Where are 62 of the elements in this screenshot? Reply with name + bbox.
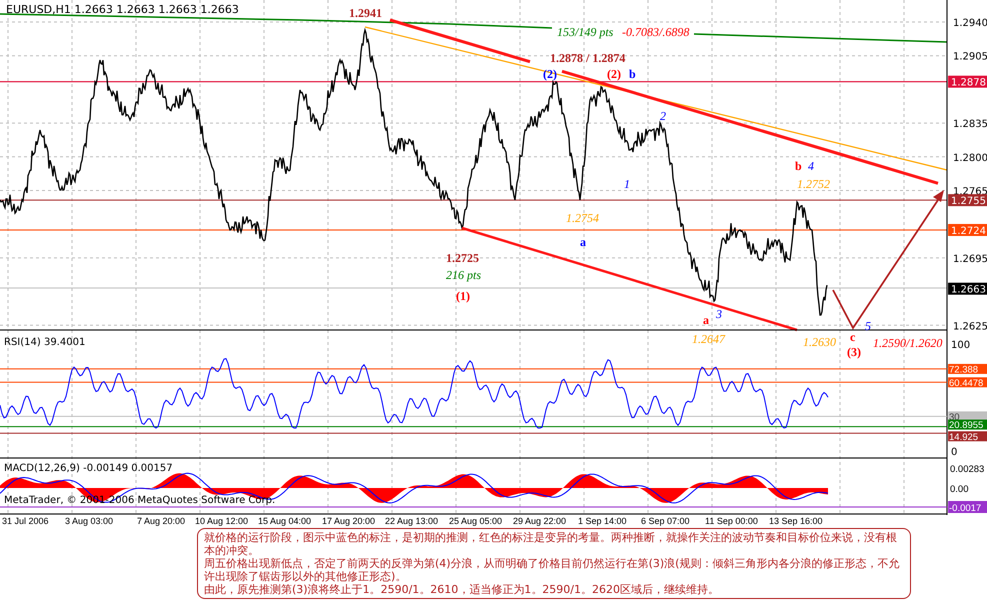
rsi-tag: 20.8955 [948, 420, 987, 432]
wave-label: (3) [847, 345, 861, 359]
wave-label: a [703, 313, 709, 327]
time-label: 11 Sep 00:00 [705, 515, 758, 527]
macd-tick: 0.00283 [950, 464, 984, 475]
time-label: 1 Sep 14:00 [578, 515, 627, 527]
wave-label: 1.2752 [797, 177, 830, 191]
wave-label: 5 [865, 319, 871, 333]
price-tag: 1.2663 [948, 282, 987, 296]
wave-label: 153/149 pts [557, 25, 614, 39]
time-label: 10 Aug 12:00 [195, 515, 248, 527]
price-tick: 1.2905 [953, 52, 987, 63]
macd-tick: 0.00 [950, 484, 968, 495]
wave-label: 3 [716, 307, 722, 321]
wave-label: -0.7083/.6898 [622, 25, 690, 39]
wave-label: a [580, 235, 586, 249]
time-label: 22 Aug 13:00 [385, 515, 438, 527]
wave-label: (1) [456, 289, 470, 303]
time-label: 6 Sep 07:00 [641, 515, 690, 527]
rsi-tag: 14.925 [948, 431, 987, 443]
wave-label: 1.2754 [566, 211, 599, 225]
price-tick: 1.2940 [953, 18, 987, 29]
comment-text: 周五价格出现新低点，否定了前两天的反弹为第(4)分浪，从而明确了价格目前仍然运行在第(3)浪(规则：倾斜三角形内各分浪的修正形态，不允许出现除了锯齿形以外的其他修正形态)。 [204, 557, 900, 583]
rsi-tag: 60.4478 [948, 377, 987, 389]
wave-label: b [629, 67, 636, 81]
comment-text: 就价格的运行阶段，图示中蓝色的标注，是初期的推测，红色的标注是变异的考量。两种推断，就操作关注的波动节奏和目标价位来说，没有根本的冲突。 [204, 531, 898, 557]
wave-label: 2 [660, 109, 666, 123]
wave-label: 1 [624, 177, 630, 191]
time-label: 29 Aug 22:00 [513, 515, 566, 527]
rsi-tick: 0 [951, 447, 958, 458]
price-tag: 1.2878 [948, 76, 987, 89]
time-label: 25 Aug 05:00 [449, 515, 502, 527]
time-label: 7 Aug 20:00 [137, 515, 186, 527]
price-tick: 1.2695 [953, 254, 987, 265]
wave-label: 1.2941 [349, 6, 382, 20]
wave-label: 1.2590/1.2620 [873, 336, 942, 350]
chart-title: EURUSD,H1 1.2663 1.2663 1.2663 1.2663 [6, 3, 239, 16]
wave-label: 4 [808, 159, 814, 173]
price-tag: 1.2755 [948, 194, 987, 208]
comment-text: 由此，原先推测第(3)浪将终止于1。2590/1。2610，适当修正为1。2590/1。2620区域后，继续维持。 [204, 583, 720, 596]
wave-label: 1.2878 / 1.2874 [550, 51, 626, 65]
time-label: 3 Aug 03:00 [65, 515, 114, 527]
wave-label: c [850, 330, 856, 344]
macd-tag: -0.0017 [948, 501, 987, 514]
wave-label: 1.2630 [803, 335, 836, 349]
time-label: 17 Aug 20:00 [322, 515, 376, 527]
price-tag: 1.2724 [948, 224, 987, 237]
price-tick: 1.2625 [953, 321, 987, 332]
rsi-tick: 100 [951, 340, 970, 351]
price-tick: 1.2835 [953, 119, 987, 130]
wave-label: 216 pts [446, 268, 482, 282]
wave-label: 1.2725 [446, 251, 479, 265]
rsi-tag: 72.388 [948, 364, 987, 376]
wave-label: b [795, 159, 802, 173]
time-label: 13 Sep 16:00 [769, 515, 823, 527]
macd-title: MACD(12,26,9) -0.00149 0.00157 [4, 463, 173, 474]
time-label: 31 Jul 2006 [2, 515, 49, 527]
rsi-title: RSI(14) 39.4001 [4, 337, 86, 348]
wave-label: (2) [607, 67, 621, 81]
time-label: 15 Aug 04:00 [258, 515, 312, 527]
price-tick: 1.2800 [953, 152, 987, 164]
wave-label: 1.2647 [692, 332, 725, 346]
